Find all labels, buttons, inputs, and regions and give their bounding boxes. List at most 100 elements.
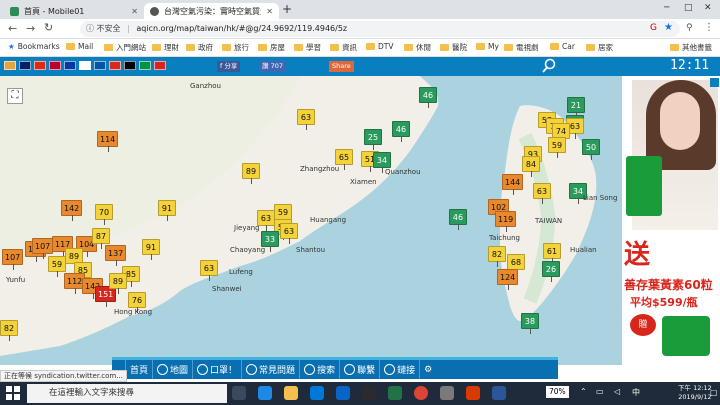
tray-up-icon[interactable]: ⌃	[580, 387, 587, 396]
minimize-icon[interactable]: ─	[664, 3, 669, 13]
file-explorer-icon[interactable]	[284, 386, 298, 400]
nav-links[interactable]: 鏈接	[380, 360, 421, 379]
aqi-station-marker[interactable]: 89	[242, 163, 260, 184]
url-input[interactable]: ⓘ 不安全 | aqicn.org/map/taiwan/hk/#@g/24.9…	[80, 21, 680, 37]
bookmark-item[interactable]: ★ Bookmarks	[8, 42, 60, 51]
task-view-icon[interactable]	[232, 386, 246, 400]
aqi-map[interactable]: 1146346215063587574502546655134895993846…	[0, 76, 622, 365]
aqi-station-marker[interactable]: 84	[522, 156, 540, 177]
edge-icon[interactable]	[258, 386, 272, 400]
bookmark-folder[interactable]: 醫院	[440, 42, 467, 53]
aqi-station-marker[interactable]: 59	[548, 137, 566, 158]
mail-icon[interactable]	[336, 386, 350, 400]
bookmark-folder[interactable]: Mail	[66, 42, 93, 51]
bookmark-folder[interactable]: 理財	[152, 42, 179, 53]
aqi-station-marker[interactable]: 144	[502, 174, 524, 195]
taskbar-clock[interactable]: 下午 12:12 2019/9/12	[678, 384, 712, 402]
aqi-station-marker[interactable]: 63	[280, 223, 298, 244]
language-flag-icon[interactable]	[64, 61, 76, 70]
language-flag-icon[interactable]	[139, 61, 151, 70]
aqi-station-marker[interactable]: 63	[533, 183, 551, 204]
forward-icon[interactable]: →	[26, 22, 35, 35]
back-icon[interactable]: ←	[8, 22, 17, 35]
aqi-station-marker[interactable]: 63	[297, 109, 315, 130]
language-flag-icon[interactable]	[34, 61, 46, 70]
aqi-station-marker[interactable]: 63	[200, 260, 218, 281]
bookmark-folder[interactable]: 居家	[586, 42, 613, 53]
aqi-station-marker[interactable]: 70	[95, 204, 113, 225]
aqi-station-marker[interactable]: 142	[61, 200, 83, 221]
aqi-station-marker[interactable]: 107	[2, 249, 24, 270]
nav-faq[interactable]: 常見問題	[242, 360, 301, 379]
aqi-station-marker[interactable]: 89	[109, 273, 127, 294]
aqi-station-marker[interactable]: 61	[543, 243, 561, 264]
facebook-like-button[interactable]: 讚 707	[259, 61, 286, 72]
facebook-share-button[interactable]: f 分享	[217, 61, 241, 72]
tray-indicator[interactable]: 70%	[546, 386, 569, 398]
network-icon[interactable]: ▭	[596, 387, 604, 396]
aqi-station-marker[interactable]: 25	[364, 129, 382, 150]
language-flag-icon[interactable]	[109, 61, 121, 70]
share-button[interactable]: Share	[329, 61, 354, 72]
close-window-icon[interactable]: ✕	[704, 3, 712, 13]
advertisement[interactable]: 送 善存葉黃素60粒 平均$599/瓶 贈	[622, 76, 720, 365]
aqi-station-marker[interactable]: 87	[92, 228, 110, 249]
language-flag-icon[interactable]	[124, 61, 136, 70]
bookmark-folder[interactable]: 學習	[294, 42, 321, 53]
search-icon[interactable]	[541, 58, 557, 74]
word-icon[interactable]	[492, 386, 506, 400]
nav-settings[interactable]: ⚙	[420, 360, 436, 379]
menu-icon[interactable]: ⋮	[704, 22, 714, 33]
aqi-station-marker[interactable]: 21	[567, 97, 585, 118]
close-tab-icon[interactable]: ✕	[131, 7, 138, 16]
bookmark-folder[interactable]: 房屋	[258, 42, 285, 53]
aqi-station-marker[interactable]: 46	[449, 209, 467, 230]
aqi-station-marker[interactable]: 82	[488, 246, 506, 267]
windows-start-icon[interactable]	[6, 386, 20, 400]
tab-aqicn[interactable]: 台灣空氣污染：實時空氣質量指數 ✕	[144, 3, 279, 19]
aqi-station-marker[interactable]: 76	[128, 292, 146, 313]
info-icon[interactable]: ⓘ	[86, 24, 94, 33]
bookmark-folder[interactable]: Car	[550, 42, 575, 51]
aqi-station-marker[interactable]: 137	[105, 245, 127, 266]
translate-icon[interactable]: G	[650, 23, 657, 33]
bookmark-folder[interactable]: 資訊	[330, 42, 357, 53]
aqi-station-marker[interactable]: 124	[497, 269, 519, 290]
powerpoint-icon[interactable]	[466, 386, 480, 400]
aqi-station-marker[interactable]: 91	[142, 239, 160, 260]
maximize-icon[interactable]: □	[684, 3, 693, 13]
aqi-station-marker[interactable]: 38	[521, 313, 539, 334]
app-icon[interactable]	[362, 386, 376, 400]
ad-choices-icon[interactable]	[710, 78, 719, 87]
aqi-station-marker[interactable]: 114	[97, 131, 119, 152]
excel-icon[interactable]	[388, 386, 402, 400]
aqi-station-marker[interactable]: 65	[335, 149, 353, 170]
store-icon[interactable]	[310, 386, 324, 400]
bookmark-folder[interactable]: DTV	[366, 42, 394, 51]
language-flag-icon[interactable]	[19, 61, 31, 70]
taskbar-search-input[interactable]: 在這裡輸入文字來搜尋	[27, 384, 227, 403]
nav-masks[interactable]: 口罩！	[193, 360, 243, 379]
aqi-station-marker[interactable]: 50	[582, 139, 600, 160]
language-flag-icon[interactable]	[94, 61, 106, 70]
aqi-station-marker[interactable]: 59	[48, 256, 66, 277]
fullscreen-button[interactable]: ⛶	[7, 88, 23, 104]
bookmark-folder[interactable]: 入門網站	[104, 42, 146, 53]
bookmark-folder[interactable]: 旅行	[222, 42, 249, 53]
language-flag-icon[interactable]	[79, 61, 91, 70]
aqi-station-marker[interactable]: 46	[392, 121, 410, 142]
new-tab-button[interactable]: +	[282, 2, 292, 16]
bookmark-folder[interactable]: 政府	[186, 42, 213, 53]
aqi-station-marker[interactable]: 91	[158, 200, 176, 221]
aqi-station-marker[interactable]: 68	[507, 254, 525, 275]
nav-contact[interactable]: 聯繫	[340, 360, 381, 379]
star-icon[interactable]: ★	[664, 22, 673, 33]
tab-mobile01[interactable]: 首頁 - Mobile01 ✕	[4, 3, 144, 19]
nav-search[interactable]: 搜索	[300, 360, 341, 379]
bookmark-folder[interactable]: 其他書籤	[670, 42, 712, 53]
chrome-icon[interactable]	[414, 386, 428, 400]
aqi-station-marker[interactable]: 119	[495, 211, 517, 232]
profile-icon[interactable]: ⚲	[686, 23, 693, 33]
aqi-station-marker[interactable]: 59	[274, 204, 292, 225]
aqi-station-marker[interactable]: 46	[419, 87, 437, 108]
